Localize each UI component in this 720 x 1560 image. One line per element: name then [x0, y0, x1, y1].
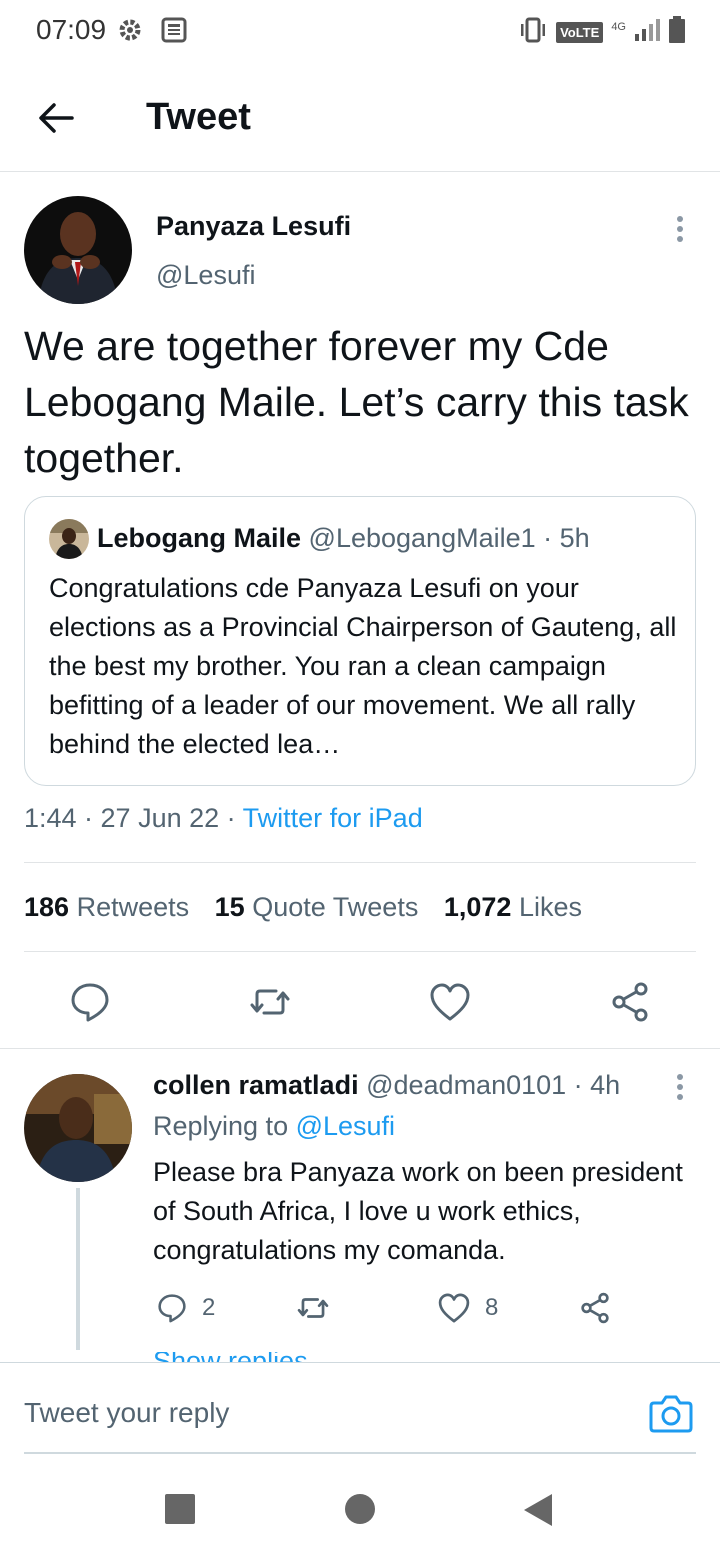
composer-underline: [24, 1452, 696, 1454]
retweet-button[interactable]: [248, 980, 292, 1024]
reply-retweet-button[interactable]: [296, 1290, 330, 1326]
circle-icon: [345, 1494, 375, 1524]
reply-composer: [0, 1362, 720, 1454]
camera-icon: [649, 1395, 693, 1433]
more-vertical-icon: [677, 216, 683, 242]
more-vertical-icon: [677, 1074, 683, 1100]
replying-to: Replying to @Lesufi: [153, 1111, 395, 1142]
quote-header: Lebogang Maile @LebogangMaile1 · 5h: [97, 523, 590, 554]
reply-reply-button[interactable]: 2: [156, 1290, 215, 1326]
like-icon: [430, 983, 470, 1021]
home-button[interactable]: [345, 1494, 375, 1529]
quote-tweets-label: Quote Tweets: [252, 892, 419, 922]
like-count: 8: [485, 1294, 499, 1321]
retweets-label: Retweets: [76, 892, 190, 922]
reply-share-button[interactable]: [578, 1290, 612, 1326]
share-icon: [612, 982, 648, 1022]
author-name[interactable]: Panyaza Lesufi: [156, 211, 351, 242]
divider: [24, 862, 696, 863]
quote-author-name: Lebogang Maile: [97, 523, 302, 553]
signal-icon: [634, 18, 660, 47]
share-button[interactable]: [608, 980, 652, 1024]
reply-button[interactable]: [68, 980, 112, 1024]
status-bar: 07:09 VoLTE 4G: [0, 0, 720, 62]
triangle-back-icon: [524, 1494, 552, 1526]
status-time: 07:09: [36, 14, 107, 45]
reply-text: Please bra Panyaza work on been presiden…: [153, 1157, 683, 1265]
back-nav-button[interactable]: [522, 1494, 554, 1531]
back-button[interactable]: [34, 98, 78, 138]
reply-count: 2: [202, 1294, 216, 1321]
reply-author-avatar[interactable]: [24, 1074, 132, 1182]
show-replies-label: Show replies: [153, 1352, 313, 1362]
battery-icon: [668, 16, 686, 49]
likes-stat[interactable]: 1,072 Likes: [444, 892, 582, 922]
likes-count: 1,072: [443, 892, 512, 922]
show-replies-link[interactable]: Show replies: [153, 1352, 313, 1362]
page-title: Tweet: [146, 96, 251, 138]
news-icon: [160, 16, 188, 49]
reply-author-name[interactable]: collen ramatladi: [153, 1070, 359, 1100]
vibrate-icon: [518, 17, 548, 48]
reply-author-meta: @deadman0101 · 4h: [366, 1070, 621, 1100]
retweets-stat[interactable]: 186 Retweets: [24, 892, 189, 922]
quote-author-meta: @LebogangMaile1 · 5h: [308, 523, 590, 553]
top-app-bar: Tweet: [0, 62, 720, 172]
square-icon: [165, 1494, 195, 1524]
quote-author-avatar: [49, 519, 89, 559]
author-avatar[interactable]: [24, 196, 132, 304]
section-divider: [0, 1048, 720, 1049]
reply-icon: [158, 1294, 186, 1323]
likes-label: Likes: [518, 892, 582, 922]
reply-input[interactable]: [24, 1393, 604, 1433]
thread-line: [76, 1188, 80, 1350]
quote-tweets-count: 15: [214, 892, 245, 922]
replying-to-handle[interactable]: @Lesufi: [296, 1111, 395, 1141]
reply-like-button[interactable]: 8: [437, 1290, 498, 1326]
quote-tweets-stat[interactable]: 15 Quote Tweets: [215, 892, 419, 922]
status-indicators: VoLTE 4G: [518, 16, 686, 49]
like-button[interactable]: [428, 980, 472, 1024]
camera-button[interactable]: [648, 1391, 694, 1435]
retweet-icon: [250, 989, 290, 1015]
share-icon: [581, 1292, 609, 1324]
quote-tweet-card[interactable]: Lebogang Maile @LebogangMaile1 · 5h Cong…: [24, 496, 696, 786]
network-type: 4G: [611, 20, 626, 33]
tweet-meta: 1:44 · 27 Jun 22 · Twitter for iPad: [24, 803, 423, 834]
tweet-stats: 186 Retweets 15 Quote Tweets 1,072 Likes: [24, 892, 600, 923]
reply-icon: [71, 983, 109, 1022]
more-options-button[interactable]: [668, 214, 692, 244]
retweet-icon: [297, 1298, 329, 1318]
tweet-text: We are together forever my Cde Lebogang …: [24, 323, 689, 481]
quote-text: Congratulations cde Panyaza Lesufi on yo…: [49, 573, 677, 759]
recents-button[interactable]: [165, 1494, 195, 1529]
tweet-source-link[interactable]: Twitter for iPad: [243, 803, 423, 833]
volte-badge: VoLTE: [556, 22, 604, 43]
reply-more-options-button[interactable]: [670, 1072, 690, 1102]
arrow-left-icon: [39, 103, 74, 133]
system-nav-bar: [0, 1456, 720, 1560]
tweet-timestamp: 1:44 · 27 Jun 22 ·: [24, 803, 243, 833]
reply-header: collen ramatladi @deadman0101 · 4h: [153, 1070, 620, 1101]
retweets-count: 186: [24, 892, 70, 922]
author-handle[interactable]: @Lesufi: [156, 260, 255, 291]
gear-icon: [116, 16, 144, 49]
like-icon: [438, 1293, 470, 1323]
replying-to-label: Replying to: [153, 1111, 296, 1141]
divider: [24, 951, 696, 952]
